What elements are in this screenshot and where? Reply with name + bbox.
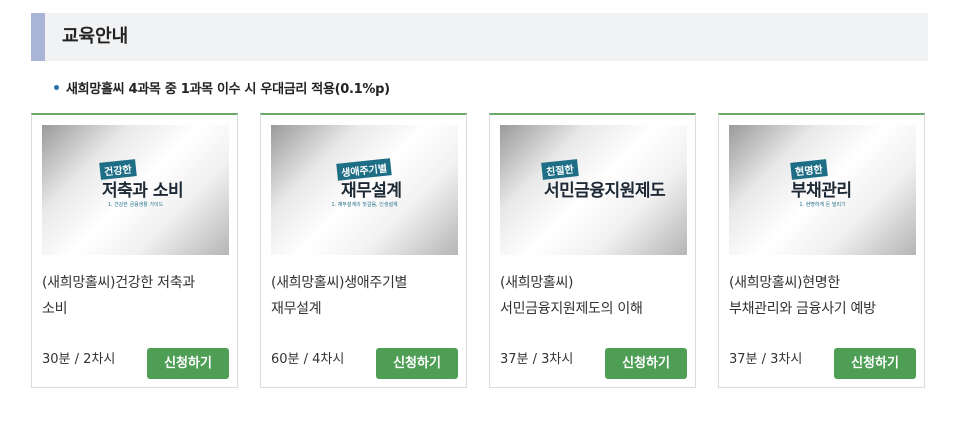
course-card: 친절한 서민금융지원제도 (새희망홀씨) 서민금융지원제도의 이해 37분 / …: [489, 113, 696, 388]
course-duration: 60분 / 4차시: [271, 352, 345, 367]
apply-button[interactable]: 신청하기: [147, 348, 229, 379]
course-thumbnail[interactable]: 생애주기별 재무설계 1. 재무설계의 첫걸음, 인생설계: [271, 125, 458, 255]
course-title-line1: (새희망홀씨)현명한: [729, 275, 840, 291]
notice-text: 새희망홀씨 4과목 중 1과목 이수 시 우대금리 적용(0.1%p): [66, 82, 390, 97]
thumbnail-title: 부채관리: [791, 181, 852, 201]
thumbnail-title: 저축과 소비: [102, 181, 184, 201]
thumbnail-subtitle: 1. 현명하게 돈 빌리기: [799, 202, 846, 208]
course-title-line2: 부채관리와 금융사기 예방: [729, 301, 876, 317]
course-title-line1: (새희망홀씨)생애주기별: [271, 275, 408, 291]
course-card: 생애주기별 재무설계 1. 재무설계의 첫걸음, 인생설계 (새희망홀씨)생애주…: [260, 113, 467, 388]
thumbnail-subtitle: 1. 재무설계의 첫걸음, 인생설계: [331, 202, 398, 208]
course-thumbnail[interactable]: 친절한 서민금융지원제도: [500, 125, 687, 255]
course-card: 현명한 부채관리 1. 현명하게 돈 빌리기 (새희망홀씨)현명한 부채관리와 …: [718, 113, 925, 388]
bullet-icon: [54, 85, 59, 90]
course-title[interactable]: (새희망홀씨)현명한 부채관리와 금융사기 예방: [729, 270, 919, 322]
course-title[interactable]: (새희망홀씨)건강한 저축과 소비: [42, 270, 232, 322]
course-duration: 37분 / 3차시: [500, 352, 574, 367]
apply-button[interactable]: 신청하기: [376, 348, 458, 379]
header-accent-bar: [31, 13, 45, 61]
apply-button[interactable]: 신청하기: [834, 348, 916, 379]
course-thumbnail[interactable]: 현명한 부채관리 1. 현명하게 돈 빌리기: [729, 125, 916, 255]
course-title[interactable]: (새희망홀씨)생애주기별 재무설계: [271, 270, 461, 322]
course-thumbnail[interactable]: 건강한 저축과 소비 1. 건강한 금융생활 가이드: [42, 125, 229, 255]
course-title-line2: 서민금융지원제도의 이해: [500, 301, 643, 317]
course-title-line1: (새희망홀씨)건강한 저축과: [42, 275, 195, 291]
course-duration: 37분 / 3차시: [729, 352, 803, 367]
course-duration: 30분 / 2차시: [42, 352, 116, 367]
course-title[interactable]: (새희망홀씨) 서민금융지원제도의 이해: [500, 270, 690, 322]
section-header: 교육안내: [31, 13, 928, 61]
thumbnail-title: 재무설계: [341, 181, 402, 201]
thumbnail-subtitle: 1. 건강한 금융생활 가이드: [107, 202, 164, 208]
course-title-line2: 소비: [42, 301, 68, 317]
section-title: 교육안내: [62, 26, 129, 47]
course-title-line2: 재무설계: [271, 301, 322, 317]
course-title-line1: (새희망홀씨): [500, 275, 574, 291]
course-card: 건강한 저축과 소비 1. 건강한 금융생활 가이드 (새희망홀씨)건강한 저축…: [31, 113, 238, 388]
apply-button[interactable]: 신청하기: [605, 348, 687, 379]
thumbnail-title: 서민금융지원제도: [544, 181, 666, 201]
